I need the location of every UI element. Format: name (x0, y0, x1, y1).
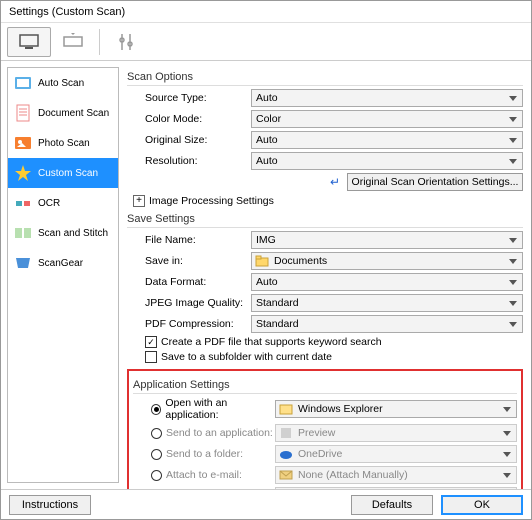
file-name-label: File Name: (145, 234, 251, 246)
save-settings-title: Save Settings (127, 213, 523, 228)
source-type-label: Source Type: (145, 92, 251, 104)
data-format-select[interactable]: Auto (251, 273, 523, 291)
jpeg-quality-select[interactable]: Standard (251, 294, 523, 312)
open-with-radio[interactable] (151, 404, 161, 415)
send-app-radio[interactable] (151, 428, 162, 439)
instructions-button[interactable]: Instructions (9, 495, 91, 515)
pdf-keyword-label: Create a PDF file that supports keyword … (161, 336, 382, 348)
orientation-settings-button[interactable]: Original Scan Orientation Settings... (347, 173, 523, 191)
sidebar-label: ScanGear (38, 258, 83, 269)
image-processing-expand[interactable]: + Image Processing Settings (133, 195, 523, 207)
attach-email-select[interactable]: None (Attach Manually) (275, 466, 517, 484)
application-settings-highlight: Application Settings Open with an applic… (127, 369, 523, 489)
content-pane: Scan Options Source Type: Auto Color Mod… (119, 61, 531, 489)
mail-icon (279, 468, 293, 482)
footer: Instructions Defaults OK (1, 489, 531, 519)
sidebar-item-ocr[interactable]: OCR (8, 188, 118, 218)
settings-window: Settings (Custom Scan) Auto Scan Documen… (0, 0, 532, 520)
sidebar-label: Scan and Stitch (38, 228, 108, 239)
defaults-button[interactable]: Defaults (351, 495, 433, 515)
sidebar-label: OCR (38, 198, 60, 209)
sidebar-label: Auto Scan (38, 78, 84, 89)
open-with-select[interactable]: Windows Explorer (275, 400, 517, 418)
sidebar-label: Photo Scan (38, 138, 90, 149)
send-folder-label: Send to a folder: (166, 448, 243, 460)
sidebar-item-scangear[interactable]: ScanGear (8, 248, 118, 278)
photo-scan-icon (14, 134, 32, 152)
file-name-field[interactable]: IMG (251, 231, 523, 249)
send-app-select[interactable]: Preview (275, 424, 517, 442)
toolbar (1, 23, 531, 61)
data-format-label: Data Format: (145, 276, 251, 288)
send-folder-select[interactable]: OneDrive (275, 445, 517, 463)
attach-email-radio[interactable] (151, 470, 162, 481)
pdf-keyword-checkbox[interactable] (145, 336, 157, 348)
attach-email-label: Attach to e-mail: (166, 469, 242, 481)
image-processing-label: Image Processing Settings (149, 195, 274, 207)
color-mode-select[interactable]: Color (251, 110, 523, 128)
ok-button[interactable]: OK (441, 495, 523, 515)
sidebar-label: Document Scan (38, 108, 109, 119)
sidebar-label: Custom Scan (38, 168, 98, 179)
save-in-label: Save in: (145, 255, 251, 267)
auto-scan-icon (14, 74, 32, 92)
pdf-compression-label: PDF Compression: (145, 318, 251, 330)
open-with-label: Open with an application: (165, 397, 275, 421)
send-app-label: Send to an application: (166, 427, 273, 439)
subfolder-date-checkbox[interactable] (145, 351, 157, 363)
folder-icon (255, 254, 269, 268)
ocr-icon (14, 194, 32, 212)
color-mode-label: Color Mode: (145, 113, 251, 125)
original-size-label: Original Size: (145, 134, 251, 146)
pdf-compression-select[interactable]: Standard (251, 315, 523, 333)
jpeg-quality-label: JPEG Image Quality: (145, 297, 251, 309)
document-scan-icon (14, 104, 32, 122)
source-type-select[interactable]: Auto (251, 89, 523, 107)
sidebar-item-auto-scan[interactable]: Auto Scan (8, 68, 118, 98)
start-ocr-select[interactable]: Output to Text (275, 487, 517, 489)
save-in-select[interactable]: Documents (251, 252, 523, 270)
plus-icon: + (133, 195, 145, 207)
tab-scan-from-panel[interactable] (51, 27, 95, 57)
resolution-label: Resolution: (145, 155, 251, 167)
reset-arrow-icon[interactable]: ↵ (327, 174, 343, 190)
app-settings-title: Application Settings (133, 379, 517, 394)
sidebar-item-scan-stitch[interactable]: Scan and Stitch (8, 218, 118, 248)
preview-icon (279, 426, 293, 440)
subfolder-date-label: Save to a subfolder with current date (161, 351, 332, 363)
sidebar-item-custom-scan[interactable]: Custom Scan (8, 158, 118, 188)
sidebar-item-document-scan[interactable]: Document Scan (8, 98, 118, 128)
stitch-icon (14, 224, 32, 242)
resolution-select[interactable]: Auto (251, 152, 523, 170)
tab-general-settings[interactable] (104, 27, 148, 57)
explorer-icon (279, 402, 293, 416)
scangear-icon (14, 254, 32, 272)
original-size-select[interactable]: Auto (251, 131, 523, 149)
onedrive-icon (279, 447, 293, 461)
sidebar-item-photo-scan[interactable]: Photo Scan (8, 128, 118, 158)
scan-options-group: Scan Options Source Type: Auto Color Mod… (127, 71, 523, 207)
save-settings-group: Save Settings File Name: IMG Save in: Do… (127, 213, 523, 363)
tab-scan-from-computer[interactable] (7, 27, 51, 57)
sidebar: Auto Scan Document Scan Photo Scan Custo… (7, 67, 119, 483)
window-title: Settings (Custom Scan) (1, 1, 531, 23)
scan-options-title: Scan Options (127, 71, 523, 86)
send-folder-radio[interactable] (151, 449, 162, 460)
custom-scan-icon (14, 164, 32, 182)
